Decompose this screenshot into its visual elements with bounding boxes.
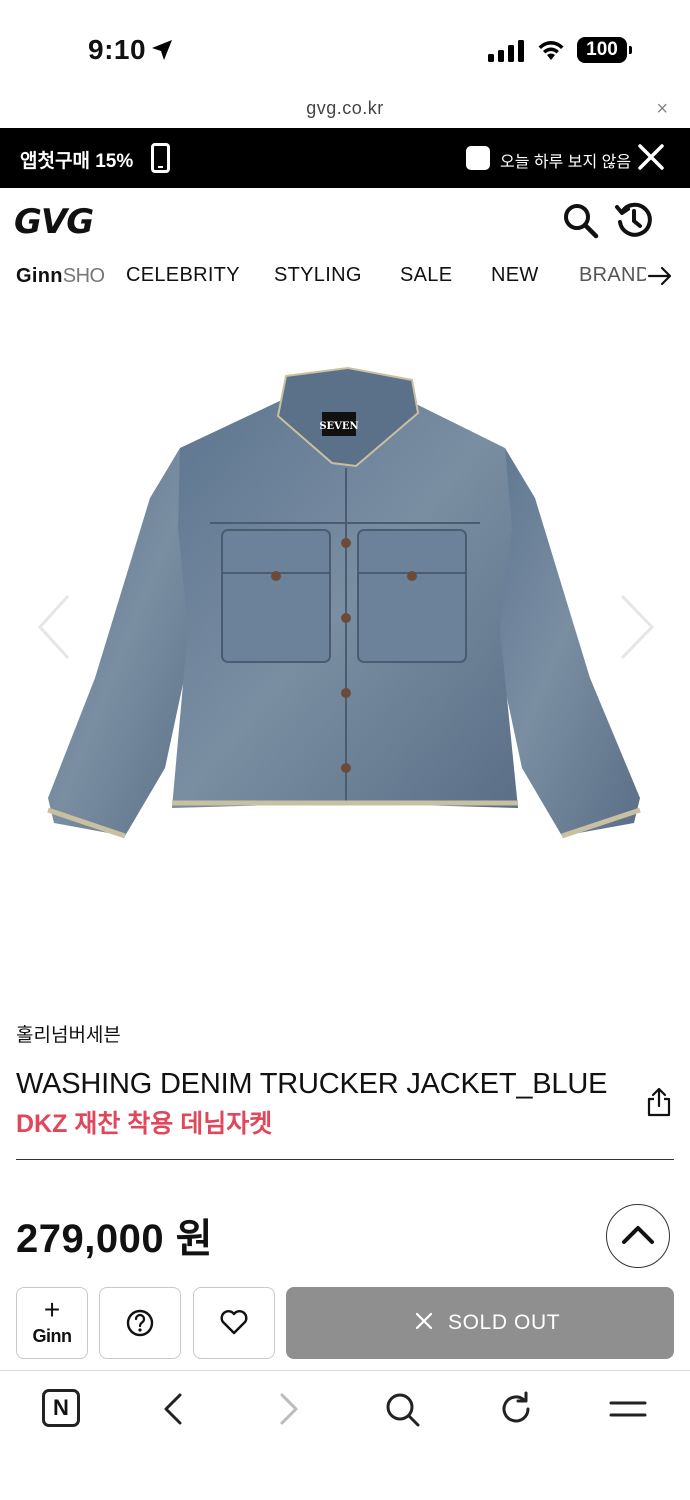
chevron-up-icon [621,1225,654,1244]
battery-indicator: 100 [577,37,632,63]
wifi-icon [538,41,564,60]
close-x-icon [415,1312,433,1330]
url-bar[interactable]: gvg.co.kr × [0,90,690,128]
forward-icon[interactable] [268,1389,308,1429]
category-nav: GinnSHO CELEBRITY STYLING SALE NEW BRAND… [0,254,690,298]
share-icon[interactable] [644,1086,674,1118]
divider [16,1159,674,1160]
close-icon[interactable] [636,140,666,174]
product-title: WASHING DENIM TRUCKER JACKET_BLUE [16,1068,608,1100]
nav-scroll-arrow-icon[interactable] [646,262,674,290]
heart-icon [220,1309,247,1334]
status-bar: 9:10 100 [0,0,690,90]
product-qa-button[interactable] [99,1287,181,1359]
ginn-logo: Ginn [32,1326,73,1346]
search-icon[interactable] [382,1389,422,1429]
sold-out-label: SOLD OUT [448,1311,561,1334]
phone-icon [151,143,170,173]
nav-item-sale[interactable]: SALE [400,264,452,287]
plus-icon: + [43,1294,61,1325]
nav-item-ginnshop[interactable]: GinnSHO [16,265,105,288]
denim-jacket-image: SEVEN [47,366,641,839]
hide-today-label[interactable]: 오늘 하루 보지 않음 [500,148,631,172]
product-brand[interactable]: 홀리넘버세븐 [16,1020,121,1047]
history-icon[interactable] [614,200,654,240]
scroll-to-top-button[interactable] [606,1204,670,1268]
url-close-icon[interactable]: × [656,98,668,121]
url-domain[interactable]: gvg.co.kr [0,98,690,119]
sold-out-button[interactable]: SOLD OUT [286,1287,674,1359]
hide-today-checkbox[interactable] [466,146,490,170]
product-subtitle: DKZ 재찬 착용 데님자켓 [16,1110,273,1138]
back-icon[interactable] [154,1389,194,1429]
search-icon[interactable] [562,202,600,240]
carousel-prev-icon[interactable] [34,592,74,662]
location-arrow-icon [152,40,172,60]
jacket-label: SEVEN [319,421,358,432]
nav-item-celebrity[interactable]: CELEBRITY [126,264,240,287]
menu-icon[interactable] [608,1389,648,1429]
site-header: GVG [0,188,690,254]
wishlist-button[interactable] [193,1287,275,1359]
status-time: 9:10 [88,34,147,65]
carousel-next-icon[interactable] [614,592,658,662]
add-to-ginn-button[interactable]: + Ginn [16,1287,88,1359]
app-promo-banner[interactable]: 앱첫구매 15% 오늘 하루 보지 않음 [0,128,690,188]
reload-icon[interactable] [496,1389,536,1429]
promo-text[interactable]: 앱첫구매 15% [20,146,133,173]
gvg-logo[interactable]: GVG [14,202,94,242]
nav-item-styling[interactable]: STYLING [274,264,362,287]
question-circle-icon [126,1309,153,1336]
product-image-carousel[interactable]: SEVEN [0,298,690,1008]
naver-home-icon[interactable]: N [42,1389,80,1427]
cellular-signal-icon [488,40,524,62]
browser-toolbar: N [0,1370,690,1500]
nav-item-new[interactable]: NEW [491,264,539,287]
product-price: 279,000 원 [16,1217,214,1261]
